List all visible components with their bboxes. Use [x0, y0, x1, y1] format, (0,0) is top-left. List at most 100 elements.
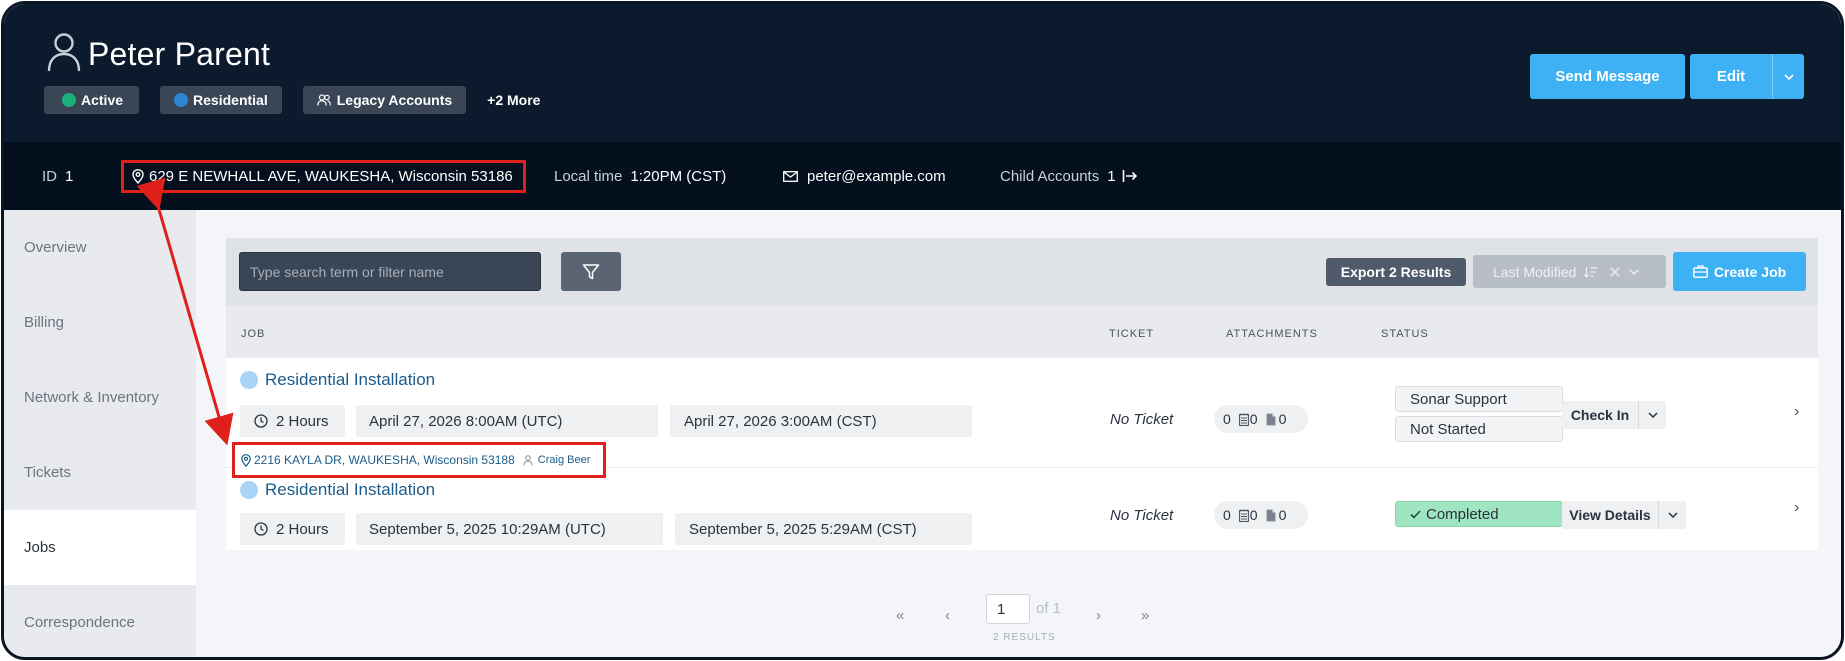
- local-time-chip: September 5, 2025 5:29AM (CST): [675, 513, 972, 545]
- child-accounts-label: Child Accounts: [1000, 167, 1100, 185]
- edit-button-label: Edit: [1716, 68, 1746, 85]
- checkmark-icon: [1410, 509, 1421, 519]
- page-title: Peter Parent: [88, 36, 271, 72]
- jobs-toolbar: Export 2 Results Last Modified: [226, 238, 1818, 306]
- arrow-right-to-bar-icon[interactable]: [1122, 169, 1138, 183]
- job-address-link[interactable]: 2216 KAYLA DR, WAUKESHA, Wisconsin 53188: [254, 453, 515, 467]
- chevron-right-icon[interactable]: ›: [1794, 499, 1799, 517]
- sidebar-item-correspondence[interactable]: Correspondence: [4, 585, 196, 657]
- person-icon: [47, 33, 81, 72]
- account-header: Peter Parent Active Residential Legacy A…: [4, 4, 1841, 142]
- sidebar-item-jobs[interactable]: Jobs: [4, 510, 196, 585]
- status-badge: Not Started: [1395, 416, 1563, 442]
- job-type-dot-icon: [240, 481, 258, 499]
- local-time-label: Local time: [554, 167, 623, 185]
- account-address[interactable]: 629 E NEWHALL AVE, WAUKESHA, Wisconsin 5…: [121, 142, 526, 210]
- briefcase-icon: [1692, 265, 1708, 278]
- page-number-input[interactable]: [986, 594, 1030, 624]
- check-in-label: Check In: [1570, 407, 1630, 423]
- attachments-pill: 0 0 0: [1214, 405, 1308, 433]
- check-in-button[interactable]: Check In: [1562, 401, 1666, 429]
- column-header-ticket[interactable]: TICKET: [1109, 328, 1154, 340]
- chevron-down-icon[interactable]: [1772, 54, 1804, 99]
- tag-residential[interactable]: Residential: [160, 86, 282, 114]
- attachments-pill: 0 0 0: [1214, 501, 1308, 529]
- job-title-text: Residential Installation: [265, 370, 436, 389]
- sidebar-item-overview[interactable]: Overview: [4, 210, 196, 285]
- sidebar-nav: Overview Billing Network & Inventory Tic…: [4, 210, 196, 657]
- file-icon: [1266, 413, 1275, 425]
- clock-icon: [254, 414, 268, 428]
- column-header-attachments[interactable]: ATTACHMENTS: [1226, 328, 1318, 340]
- next-page-button[interactable]: ›: [1096, 607, 1101, 624]
- chevron-down-icon[interactable]: [1658, 501, 1686, 529]
- attachment-count: 0: [1278, 507, 1287, 523]
- id-value: 1: [65, 167, 74, 185]
- table-row[interactable]: Residential Installation 2 Hours Septemb…: [226, 468, 1818, 550]
- status-text: Completed: [1426, 505, 1499, 523]
- envelope-icon: [783, 170, 798, 182]
- local-time: Local time 1:20PM (CST): [554, 142, 726, 210]
- attachment-count: 0: [1223, 507, 1231, 523]
- utc-time-chip: September 5, 2025 10:29AM (UTC): [356, 513, 663, 545]
- clear-icon[interactable]: [1610, 266, 1620, 277]
- person-icon: [523, 454, 533, 466]
- sort-label: Last Modified: [1493, 263, 1577, 280]
- previous-page-button[interactable]: ‹: [945, 607, 950, 624]
- results-count: 2 RESULTS: [993, 632, 1056, 643]
- create-job-button[interactable]: Create Job: [1673, 252, 1806, 291]
- id-label: ID: [42, 167, 57, 185]
- location-pin-icon: [132, 168, 144, 184]
- view-details-label: View Details: [1569, 507, 1651, 523]
- tag-legacy-accounts[interactable]: Legacy Accounts: [302, 86, 467, 114]
- send-message-button[interactable]: Send Message: [1530, 54, 1685, 99]
- first-page-button[interactable]: «: [896, 607, 904, 624]
- child-accounts-value: 1: [1107, 167, 1116, 185]
- attachment-count: 0: [1223, 411, 1231, 427]
- sidebar-item-network-inventory[interactable]: Network & Inventory: [4, 360, 196, 435]
- technician-name: Craig Beer: [537, 454, 591, 466]
- job-title-text: Residential Installation: [265, 480, 436, 499]
- sort-select[interactable]: Last Modified: [1473, 255, 1666, 288]
- sort-order-icon[interactable]: [1584, 266, 1598, 278]
- highlighted-address-box: 629 E NEWHALL AVE, WAUKESHA, Wisconsin 5…: [121, 159, 526, 193]
- utc-time-chip: April 27, 2026 8:00AM (UTC): [356, 405, 658, 437]
- job-title-link[interactable]: Residential Installation: [240, 370, 435, 390]
- account-email[interactable]: peter@example.com: [783, 142, 946, 210]
- duration-chip: 2 Hours: [240, 513, 345, 545]
- view-details-button[interactable]: View Details: [1562, 501, 1686, 529]
- jobs-panel: Export 2 Results Last Modified: [196, 210, 1841, 657]
- chevron-right-icon[interactable]: ›: [1794, 403, 1799, 421]
- duration-chip: 2 Hours: [240, 405, 345, 437]
- export-results-button[interactable]: Export 2 Results: [1326, 258, 1466, 286]
- notepad-icon: [1238, 509, 1249, 522]
- search-input[interactable]: [239, 252, 541, 291]
- more-tags-link[interactable]: +2 More: [487, 92, 540, 108]
- job-title-link[interactable]: Residential Installation: [240, 480, 435, 500]
- attachment-count: 0: [1278, 411, 1287, 427]
- email-text: peter@example.com: [807, 167, 946, 185]
- sidebar-item-tickets[interactable]: Tickets: [4, 435, 196, 510]
- tag-list: Active Residential Legacy Accounts +2 Mo…: [44, 86, 540, 114]
- technician[interactable]: Craig Beer: [523, 454, 591, 466]
- status-badge: Completed: [1395, 501, 1563, 527]
- child-accounts[interactable]: Child Accounts 1: [1000, 142, 1138, 210]
- job-type-dot-icon: [240, 371, 258, 389]
- column-header-status[interactable]: STATUS: [1381, 328, 1429, 340]
- filter-icon: [582, 263, 600, 279]
- column-header-job[interactable]: JOB: [241, 328, 265, 340]
- file-icon: [1266, 509, 1275, 521]
- attachment-count: 0: [1249, 507, 1258, 523]
- chevron-down-icon[interactable]: [1638, 401, 1666, 429]
- app-window: Peter Parent Active Residential Legacy A…: [1, 1, 1844, 660]
- last-page-button[interactable]: »: [1141, 607, 1149, 624]
- table-header: JOB TICKET ATTACHMENTS STATUS: [226, 306, 1818, 358]
- tag-active[interactable]: Active: [44, 86, 140, 114]
- sidebar-item-billing[interactable]: Billing: [4, 285, 196, 360]
- filter-button[interactable]: [561, 252, 621, 291]
- attachment-count: 0: [1249, 411, 1258, 427]
- edit-button[interactable]: Edit: [1690, 54, 1804, 99]
- group-icon: [316, 94, 331, 106]
- chevron-down-icon[interactable]: [1629, 268, 1639, 275]
- address-text: 629 E NEWHALL AVE, WAUKESHA, Wisconsin 5…: [149, 167, 513, 185]
